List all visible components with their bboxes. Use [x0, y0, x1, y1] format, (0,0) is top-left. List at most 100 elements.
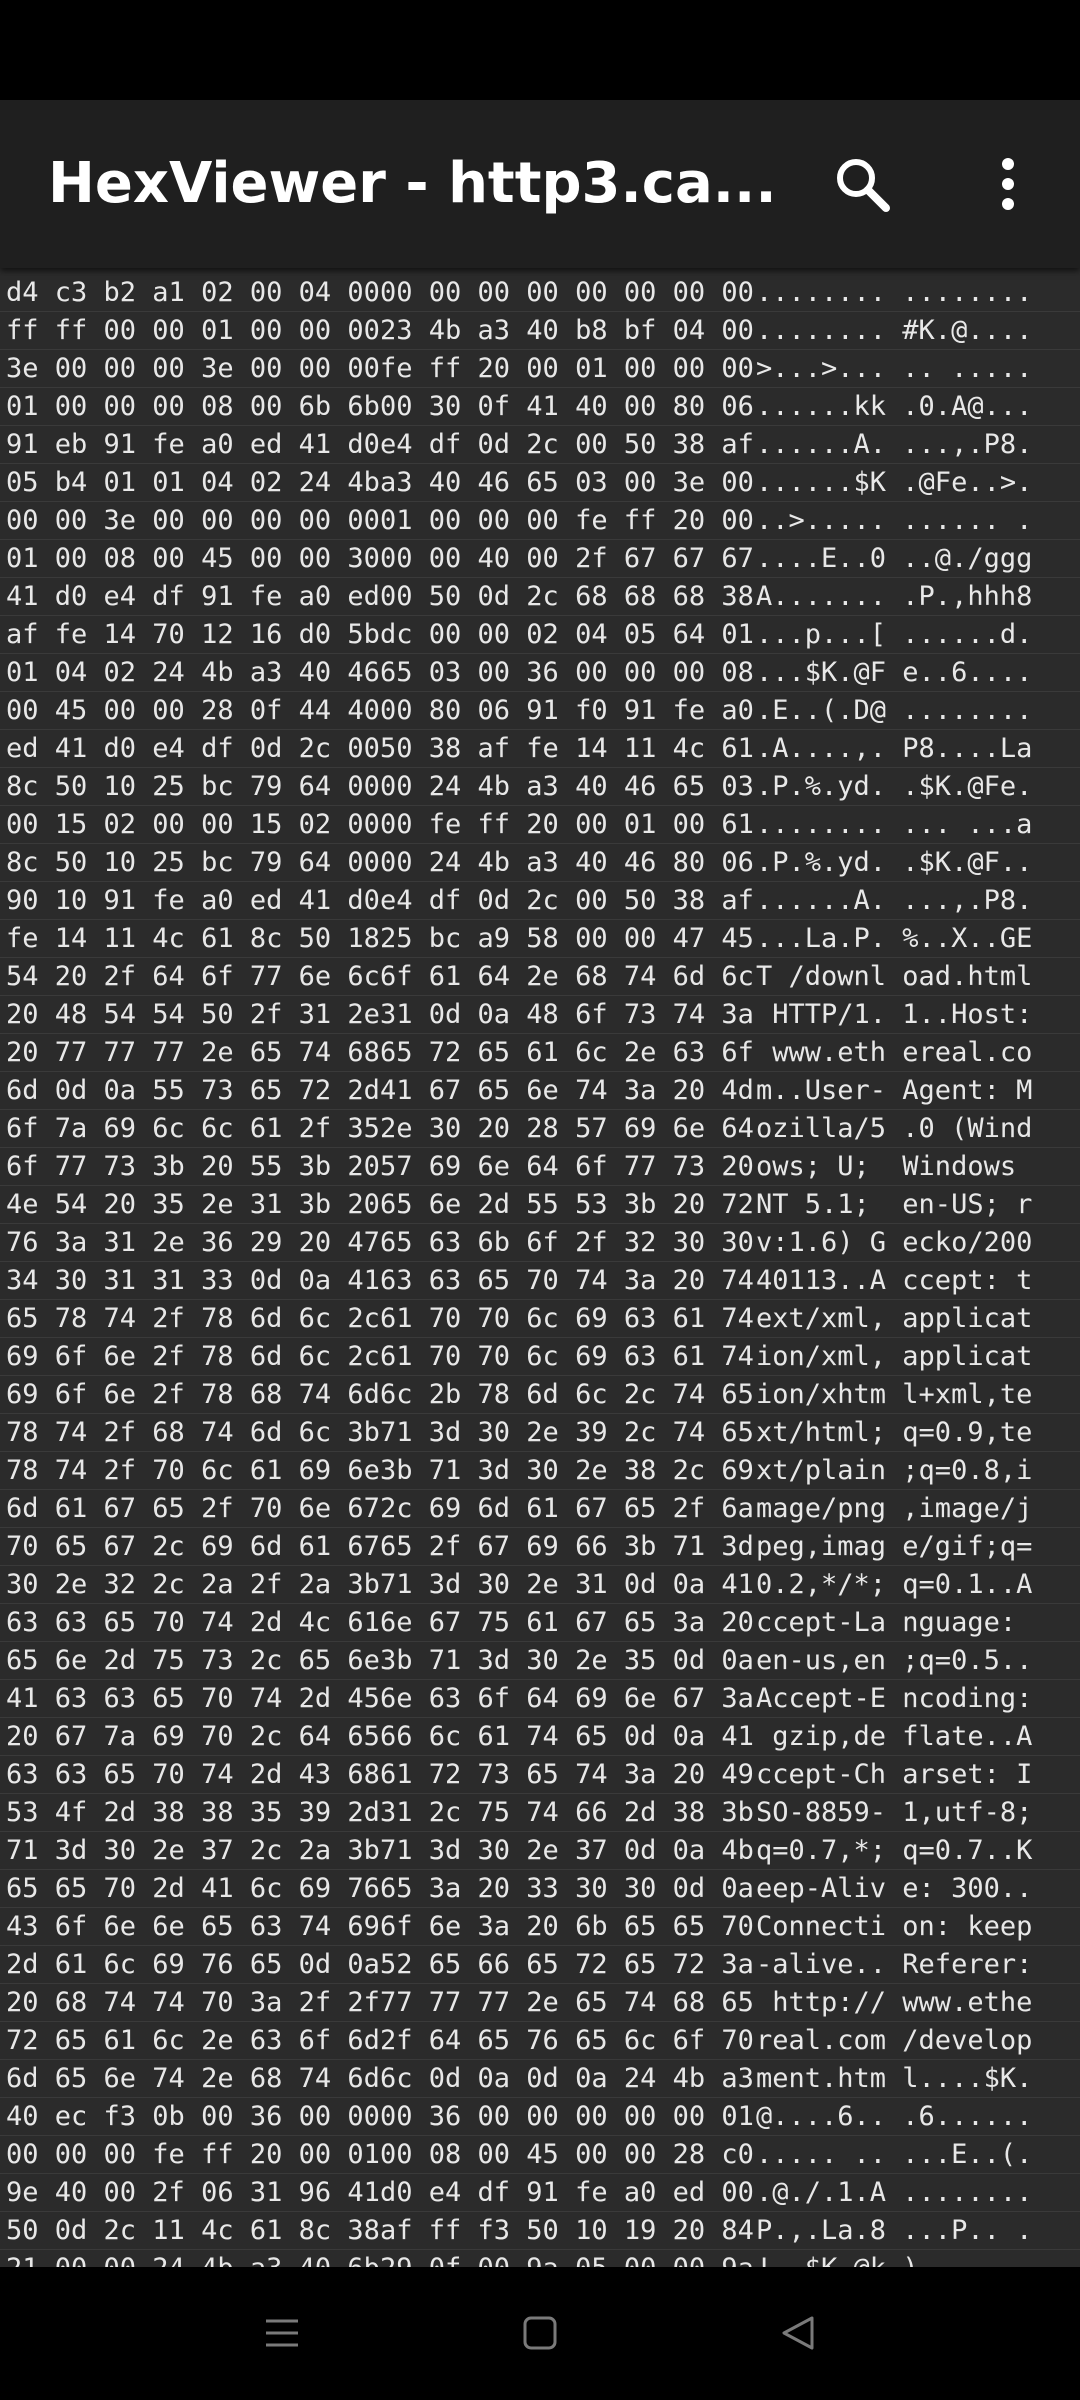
hex-bytes-left: 6f 7a 69 6c 6c 61 2f 35	[6, 1113, 380, 1144]
ascii-text: ion/xml, applicat	[756, 1341, 1033, 1372]
hex-bytes-left: 63 63 65 70 74 2d 43 68	[6, 1759, 380, 1790]
ascii-text: ......A. ...,.P8.	[756, 885, 1033, 916]
ascii-text: !..$K.@k ).......	[756, 2250, 1032, 2267]
hex-bytes-right: 29 0f 00 9a 05 00 00 9a	[380, 2250, 754, 2267]
ascii-text: HTTP/1. 1..Host:	[756, 999, 1033, 1030]
hex-bytes-left: 72 65 61 6c 2e 63 6f 6d	[6, 2025, 380, 2056]
hex-row: 01 00 00 00 08 00 6b 6b 00 30 0f 41 40 00…	[0, 388, 1080, 426]
hex-row: ff ff 00 00 01 00 00 00 23 4b a3 40 b8 bf…	[0, 312, 1080, 350]
ascii-text: xt/html; q=0.9,te	[756, 1417, 1033, 1448]
hex-bytes-left: 01 00 00 00 08 00 6b 6b	[6, 391, 380, 422]
ascii-text: SO-8859- 1,utf-8;	[756, 1797, 1033, 1828]
ascii-text: ccept-La nguage:	[756, 1607, 1033, 1638]
hex-bytes-right: 65 6e 2d 55 53 3b 20 72	[380, 1189, 754, 1220]
ascii-text: NT 5.1; en-US; r	[756, 1189, 1033, 1220]
ascii-text: .@./.1.A ........	[756, 2177, 1033, 2208]
hex-bytes-right: 00 24 4b a3 40 46 80 06	[380, 847, 754, 878]
hex-row: 2d 61 6c 69 76 65 0d 0a 52 65 66 65 72 65…	[0, 1946, 1080, 1984]
ascii-text: ......kk .0.A@...	[756, 391, 1033, 422]
hex-bytes-left: 50 0d 2c 11 4c 61 8c 38	[6, 2215, 380, 2246]
hex-bytes-left: 00 15 02 00 00 15 02 00	[6, 809, 380, 840]
hex-content[interactable]: d4 c3 b2 a1 02 00 04 00 00 00 00 00 00 00…	[0, 268, 1080, 2267]
hex-row: 78 74 2f 68 74 6d 6c 3b 71 3d 30 2e 39 2c…	[0, 1414, 1080, 1452]
ascii-text: ........ ........	[756, 277, 1033, 308]
nav-recents-button[interactable]	[242, 2297, 322, 2369]
hex-row: 70 65 67 2c 69 6d 61 67 65 2f 67 69 66 3b…	[0, 1528, 1080, 1566]
hex-bytes-right: 71 3d 30 2e 37 0d 0a 4b	[380, 1835, 754, 1866]
hex-bytes-right: 00 24 4b a3 40 46 65 03	[380, 771, 754, 802]
ascii-text: Accept-E ncoding:	[756, 1683, 1033, 1714]
hex-row: 6d 61 67 65 2f 70 6e 67 2c 69 6d 61 67 65…	[0, 1490, 1080, 1528]
hex-bytes-left: d4 c3 b2 a1 02 00 04 00	[6, 277, 380, 308]
hex-bytes-right: 6c 2b 78 6d 6c 2c 74 65	[380, 1379, 754, 1410]
hex-bytes-right: 2f 64 65 76 65 6c 6f 70	[380, 2025, 754, 2056]
hex-row: 43 6f 6e 6e 65 63 74 69 6f 6e 3a 20 6b 65…	[0, 1908, 1080, 1946]
hex-row: 00 15 02 00 00 15 02 00 00 fe ff 20 00 01…	[0, 806, 1080, 844]
ascii-text: .E..(.D@ ........	[756, 695, 1033, 726]
search-button[interactable]	[822, 144, 902, 224]
hex-bytes-right: 71 3d 30 2e 31 0d 0a 41	[380, 1569, 754, 1600]
hex-bytes-left: 41 63 63 65 70 74 2d 45	[6, 1683, 380, 1714]
hex-bytes-right: 50 38 af fe 14 11 4c 61	[380, 733, 754, 764]
hex-bytes-right: a3 40 46 65 03 00 3e 00	[380, 467, 754, 498]
hex-bytes-right: 65 03 00 36 00 00 00 08	[380, 657, 754, 688]
hex-bytes-right: 61 70 70 6c 69 63 61 74	[380, 1303, 754, 1334]
ascii-text: .P.%.yd. .$K.@Fe.	[756, 771, 1033, 802]
hex-row: 20 67 7a 69 70 2c 64 65 66 6c 61 74 65 0d…	[0, 1718, 1080, 1756]
hex-bytes-left: 41 d0 e4 df 91 fe a0 ed	[6, 581, 380, 612]
hex-row: 91 eb 91 fe a0 ed 41 d0 e4 df 0d 2c 00 50…	[0, 426, 1080, 464]
ascii-text: P.,.La.8 ...P.. .	[756, 2215, 1033, 2246]
hex-bytes-left: fe 14 11 4c 61 8c 50 18	[6, 923, 380, 954]
hex-bytes-right: 65 72 65 61 6c 2e 63 6f	[380, 1037, 754, 1068]
hex-row: 34 30 31 31 33 0d 0a 41 63 63 65 70 74 3a…	[0, 1262, 1080, 1300]
hex-row: ed 41 d0 e4 df 0d 2c 00 50 38 af fe 14 11…	[0, 730, 1080, 768]
hex-row: 53 4f 2d 38 38 35 39 2d 31 2c 75 74 66 2d…	[0, 1794, 1080, 1832]
hex-bytes-left: 20 68 74 74 70 3a 2f 2f	[6, 1987, 380, 2018]
hex-bytes-left: 69 6f 6e 2f 78 6d 6c 2c	[6, 1341, 380, 1372]
hex-row: 63 63 65 70 74 2d 4c 61 6e 67 75 61 67 65…	[0, 1604, 1080, 1642]
overflow-menu-button[interactable]	[968, 144, 1048, 224]
ascii-text: T /downl oad.html	[756, 961, 1033, 992]
hex-bytes-right: 3b 71 3d 30 2e 35 0d 0a	[380, 1645, 754, 1676]
hex-bytes-right: 65 2f 67 69 66 3b 71 3d	[380, 1531, 754, 1562]
hex-row: 9e 40 00 2f 06 31 96 41 d0 e4 df 91 fe a0…	[0, 2174, 1080, 2212]
hex-bytes-left: af fe 14 70 12 16 d0 5b	[6, 619, 380, 650]
hex-bytes-left: 20 48 54 54 50 2f 31 2e	[6, 999, 380, 1030]
hex-bytes-left: 2d 61 6c 69 76 65 0d 0a	[6, 1949, 380, 1980]
nav-back-button[interactable]	[758, 2297, 838, 2369]
ascii-text: mage/png ,image/j	[756, 1493, 1033, 1524]
hex-bytes-left: 43 6f 6e 6e 65 63 74 69	[6, 1911, 380, 1942]
hex-bytes-left: 76 3a 31 2e 36 29 20 47	[6, 1227, 380, 1258]
hex-row: 69 6f 6e 2f 78 68 74 6d 6c 2b 78 6d 6c 2c…	[0, 1376, 1080, 1414]
hex-row: 30 2e 32 2c 2a 2f 2a 3b 71 3d 30 2e 31 0d…	[0, 1566, 1080, 1604]
hex-bytes-right: 25 bc a9 58 00 00 47 45	[380, 923, 754, 954]
hex-bytes-left: 4e 54 20 35 2e 31 3b 20	[6, 1189, 380, 1220]
nav-home-button[interactable]	[500, 2297, 580, 2369]
hex-bytes-right: 6c 0d 0a 0d 0a 24 4b a3	[380, 2063, 754, 2094]
hex-bytes-left: 69 6f 6e 2f 78 68 74 6d	[6, 1379, 380, 1410]
hex-bytes-right: e4 df 0d 2c 00 50 38 af	[380, 429, 754, 460]
hex-bytes-right: 00 36 00 00 00 00 00 01	[380, 2101, 754, 2132]
hex-bytes-right: 6e 67 75 61 67 65 3a 20	[380, 1607, 754, 1638]
hex-row: 8c 50 10 25 bc 79 64 00 00 24 4b a3 40 46…	[0, 768, 1080, 806]
hex-row: 01 00 08 00 45 00 00 30 00 00 40 00 2f 67…	[0, 540, 1080, 578]
hex-bytes-right: 65 3a 20 33 30 30 0d 0a	[380, 1873, 754, 1904]
back-icon	[782, 2316, 814, 2350]
hex-bytes-right: 3b 71 3d 30 2e 38 2c 69	[380, 1455, 754, 1486]
hex-bytes-left: 05 b4 01 01 04 02 24 4b	[6, 467, 380, 498]
hex-bytes-left: 53 4f 2d 38 38 35 39 2d	[6, 1797, 380, 1828]
hex-row: fe 14 11 4c 61 8c 50 18 25 bc a9 58 00 00…	[0, 920, 1080, 958]
hex-bytes-left: 8c 50 10 25 bc 79 64 00	[6, 771, 380, 802]
hex-row: 63 63 65 70 74 2d 43 68 61 72 73 65 74 3a…	[0, 1756, 1080, 1794]
ascii-text: 0.2,*/*; q=0.1..A	[756, 1569, 1033, 1600]
ascii-text: ........ #K.@....	[756, 315, 1033, 346]
hex-bytes-left: 78 74 2f 68 74 6d 6c 3b	[6, 1417, 380, 1448]
hex-bytes-right: 71 3d 30 2e 39 2c 74 65	[380, 1417, 754, 1448]
hex-bytes-right: 6e 63 6f 64 69 6e 67 3a	[380, 1683, 754, 1714]
hex-bytes-right: 00 00 40 00 2f 67 67 67	[380, 543, 754, 574]
app-title: HexViewer - http3.ca...	[48, 151, 777, 216]
hex-row: 01 04 02 24 4b a3 40 46 65 03 00 36 00 00…	[0, 654, 1080, 692]
hex-row: 00 45 00 00 28 0f 44 40 00 80 06 91 f0 91…	[0, 692, 1080, 730]
ascii-text: ccept-Ch arset: I	[756, 1759, 1033, 1790]
ascii-text: Connecti on: keep	[756, 1911, 1033, 1942]
